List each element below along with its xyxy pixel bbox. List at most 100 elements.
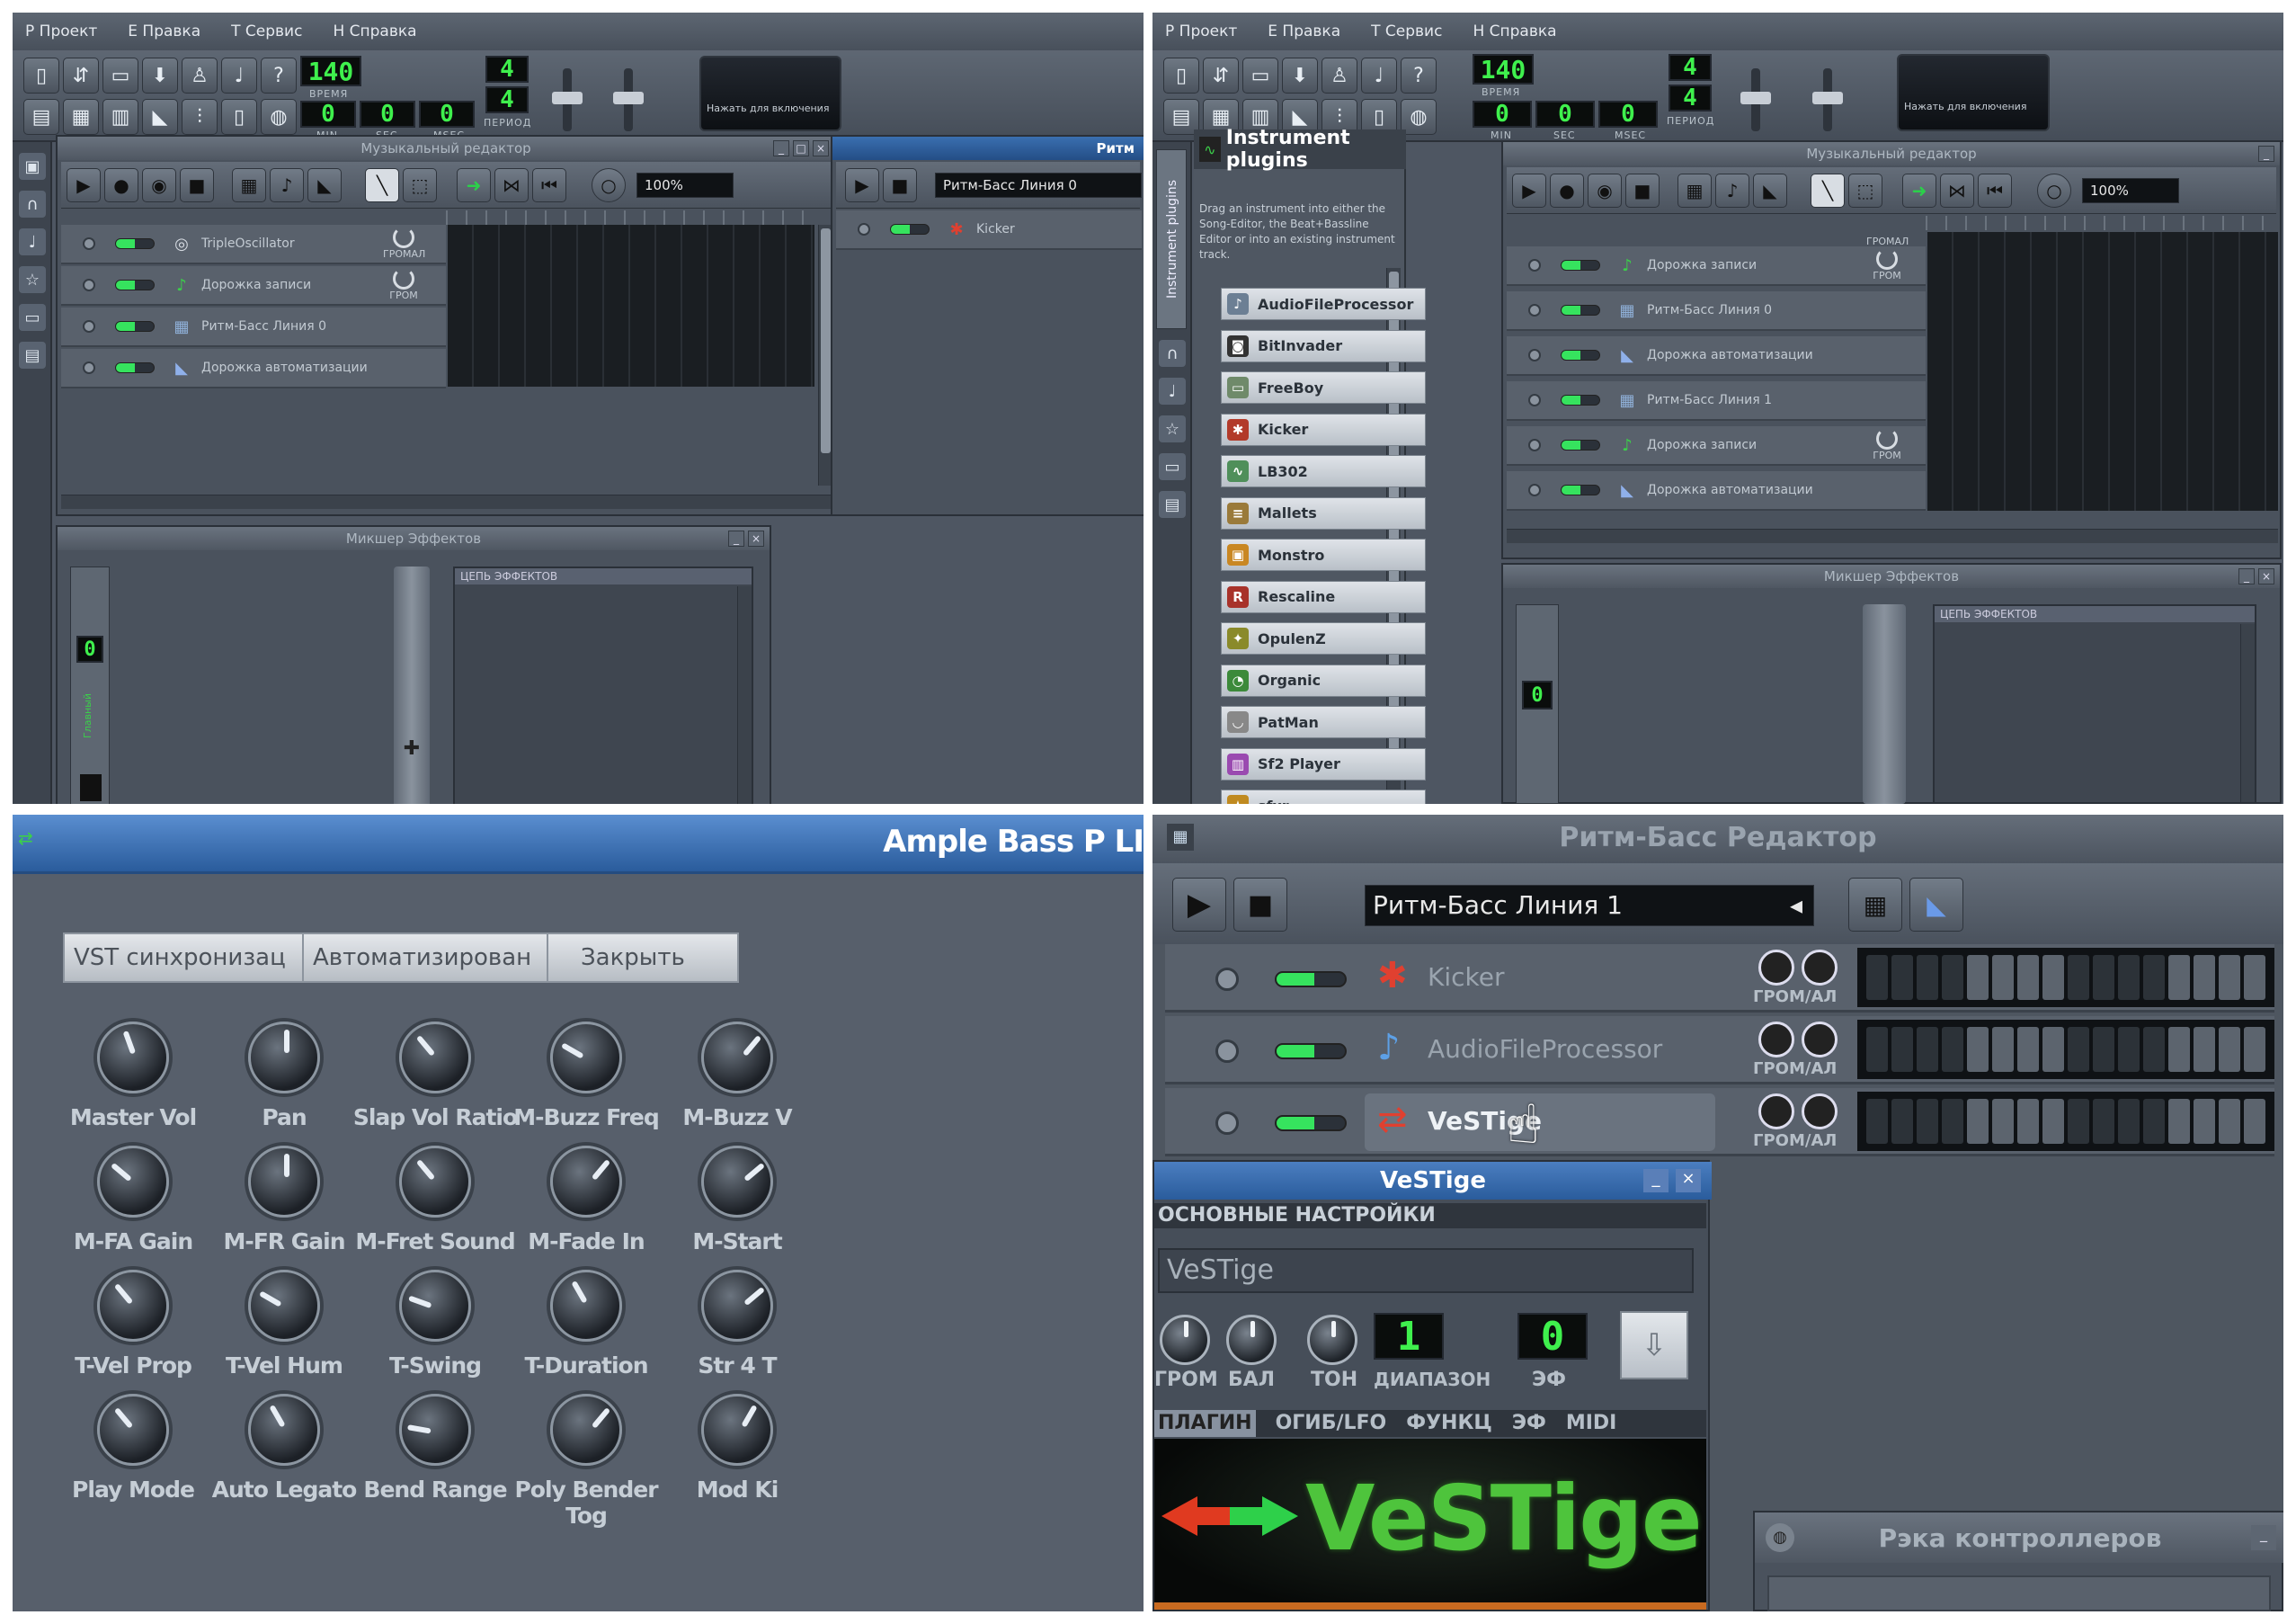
step-button[interactable]	[2143, 1099, 2165, 1144]
step-button[interactable]	[2042, 955, 2064, 1000]
parameter-knob[interactable]	[399, 1146, 471, 1218]
record-icon[interactable]: ●	[104, 168, 138, 202]
time-sig-denominator[interactable]: 4	[1669, 85, 1712, 112]
track-volume-knob[interactable]: ГРОМ	[383, 268, 424, 301]
close-icon[interactable]: ×	[748, 531, 764, 547]
effects-scrollbar[interactable]	[737, 586, 752, 804]
song-editor-icon[interactable]: ▤	[23, 99, 59, 135]
solo-led[interactable]	[1528, 394, 1541, 406]
step-button[interactable]	[1967, 1027, 1989, 1072]
step-button[interactable]	[1866, 1099, 1888, 1144]
record-icon[interactable]: ●	[1550, 174, 1584, 208]
open-project-icon[interactable]: ▭	[1242, 58, 1278, 94]
open-template-icon[interactable]: ⇵	[1203, 58, 1239, 94]
step-button[interactable]	[2219, 1027, 2240, 1072]
master-pitch-slider[interactable]	[1812, 68, 1843, 131]
step-button[interactable]	[1967, 955, 1989, 1000]
step-button[interactable]	[2093, 1099, 2114, 1144]
step-button[interactable]	[1942, 1099, 1963, 1144]
step-sequencer[interactable]	[1857, 1092, 2274, 1151]
play-icon[interactable]: ▶	[845, 168, 879, 202]
parameter-knob[interactable]	[399, 1022, 471, 1093]
play-icon[interactable]: ▶	[1172, 878, 1226, 932]
instrument-plugins-tab[interactable]: Instrument plugins	[1156, 149, 1187, 329]
parameter-knob[interactable]	[701, 1022, 773, 1093]
parameter-knob[interactable]	[550, 1394, 622, 1466]
menu-tools[interactable]: Т Сервис	[1371, 22, 1442, 40]
draw-mode-icon[interactable]: ╲	[365, 168, 399, 202]
step-button[interactable]	[2219, 1099, 2240, 1144]
play-icon[interactable]: ▶	[1512, 174, 1546, 208]
pattern-grid[interactable]	[448, 225, 814, 387]
menu-project[interactable]: Р Проект	[1165, 22, 1237, 40]
step-button[interactable]	[1891, 955, 1913, 1000]
back-to-start-icon[interactable]: ⏮	[1978, 174, 2012, 208]
automate-button[interactable]: Автоматизирован	[304, 934, 548, 981]
mute-toggle[interactable]	[1561, 305, 1600, 316]
step-button[interactable]	[2168, 955, 2190, 1000]
step-button[interactable]	[2118, 955, 2140, 1000]
loop-points-icon[interactable]: ⋈	[1940, 174, 1974, 208]
track-name[interactable]: Дорожка автоматизации	[1647, 348, 1813, 362]
step-sequencer[interactable]	[1857, 1020, 2274, 1079]
tab-functions[interactable]: ФУНКЦ	[1406, 1410, 1492, 1437]
minimize-icon[interactable]: _	[2258, 146, 2274, 162]
mute-toggle[interactable]	[1275, 1043, 1347, 1059]
range-display[interactable]: 1	[1374, 1313, 1444, 1360]
volume-knob-icon[interactable]	[1758, 950, 1794, 986]
menu-help[interactable]: Н Справка	[1473, 22, 1556, 40]
parameter-knob[interactable]	[550, 1146, 622, 1218]
plugin-item[interactable]: ◔ Organic	[1221, 664, 1426, 697]
my-presets-icon[interactable]: ☆	[1159, 415, 1186, 442]
time-sig-denominator[interactable]: 4	[485, 86, 529, 113]
add-automation-icon[interactable]: ◣	[1909, 878, 1963, 932]
step-button[interactable]	[2042, 1027, 2064, 1072]
new-project-icon[interactable]: ▯	[23, 58, 59, 94]
menu-edit[interactable]: Е Правка	[1268, 22, 1340, 40]
step-button[interactable]	[1967, 1099, 1989, 1144]
tempo-display[interactable]: 140	[300, 56, 361, 86]
add-automation-track-icon[interactable]: ◣	[1753, 174, 1787, 208]
tab-effects[interactable]: ЭФ	[1512, 1410, 1546, 1437]
volume-knob[interactable]	[1160, 1315, 1210, 1365]
my-home-icon[interactable]: ▭	[19, 304, 46, 331]
automation-editor-icon[interactable]: ◣	[142, 99, 178, 135]
autoscroll-icon[interactable]: ➜	[1902, 174, 1936, 208]
save-project-icon[interactable]: ⬇	[142, 58, 178, 94]
menu-project[interactable]: Р Проект	[25, 22, 97, 40]
plugin-item[interactable]: ▣ Monstro	[1221, 539, 1426, 571]
whats-this-icon[interactable]: ?	[261, 58, 297, 94]
master-volume-slider[interactable]	[552, 68, 583, 131]
mute-toggle[interactable]	[115, 362, 155, 373]
stop-icon[interactable]: ■	[1625, 174, 1660, 208]
volume-knob-icon[interactable]	[1758, 1022, 1794, 1057]
track-name[interactable]: Ритм-Басс Линия 0	[201, 319, 326, 334]
step-button[interactable]	[1942, 1027, 1963, 1072]
whats-this-icon[interactable]: ?	[1401, 58, 1437, 94]
parameter-knob[interactable]	[399, 1270, 471, 1342]
minimize-icon[interactable]: _	[2251, 1525, 2276, 1550]
plugin-item[interactable]: ♪ AudioFileProcessor	[1221, 288, 1426, 320]
step-button[interactable]	[2068, 955, 2089, 1000]
plugin-item[interactable]: ∿ LB302	[1221, 455, 1426, 487]
track-volume-knob[interactable]: ГРОМ	[1866, 428, 1908, 461]
record-accompany-icon[interactable]: ◉	[142, 168, 176, 202]
step-button[interactable]	[1942, 955, 1963, 1000]
pattern-select[interactable]: Ритм-Басс Линия 1 ◂	[1365, 885, 1814, 926]
mute-toggle[interactable]	[1561, 485, 1600, 495]
solo-led[interactable]	[1215, 968, 1239, 991]
step-button[interactable]	[1866, 955, 1888, 1000]
track-name[interactable]: Дорожка записи	[1647, 258, 1757, 272]
mute-toggle[interactable]	[890, 224, 930, 235]
solo-led[interactable]	[1528, 259, 1541, 272]
solo-led[interactable]	[1528, 439, 1541, 451]
mute-toggle[interactable]	[1561, 395, 1600, 406]
step-button[interactable]	[2017, 1099, 2039, 1144]
mute-toggle[interactable]	[115, 238, 155, 249]
mute-toggle[interactable]	[1561, 440, 1600, 451]
pattern-select[interactable]: Ритм-Басс Линия 0	[935, 173, 1142, 198]
track-name[interactable]: AudioFileProcessor	[1428, 1034, 1662, 1064]
plugin-item[interactable]: ★ sfxr	[1221, 790, 1426, 804]
my-home-icon[interactable]: ▭	[1159, 453, 1186, 480]
tempo-display[interactable]: 140	[1473, 54, 1534, 85]
